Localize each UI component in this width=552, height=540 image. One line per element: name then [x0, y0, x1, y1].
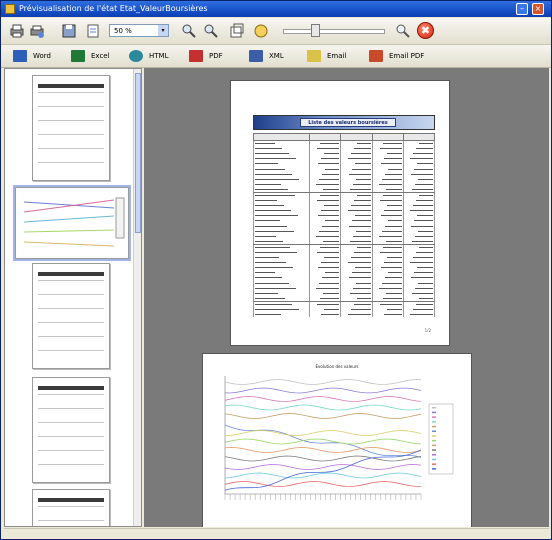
- page-number: 1/2: [424, 328, 431, 333]
- zoom-slider-track[interactable]: [283, 29, 385, 34]
- table-cell: [371, 312, 404, 318]
- search-icon[interactable]: [253, 23, 269, 39]
- xml-icon: [249, 50, 263, 62]
- legend-swatch: [432, 439, 436, 442]
- title-bar[interactable]: Prévisualisation de l'état Etat_ValeurBo…: [1, 1, 551, 17]
- report-page: Liste des valeurs boursières 1/2: [230, 80, 450, 346]
- export-email-button[interactable]: Email: [307, 48, 346, 64]
- stop-icon[interactable]: ✖: [417, 22, 434, 39]
- preview-window: Prévisualisation de l'état Etat_ValeurBo…: [0, 0, 552, 540]
- excel-icon: [71, 50, 85, 62]
- zoom-slider-thumb[interactable]: [311, 24, 320, 37]
- series-line: [224, 430, 422, 436]
- legend-swatch: [432, 444, 436, 447]
- status-bar: [4, 528, 549, 538]
- export-email-pdf-button[interactable]: Email PDF: [369, 48, 424, 64]
- thumbnail-page-chart[interactable]: [13, 185, 131, 261]
- scrollbar-thumb[interactable]: [135, 73, 141, 233]
- zoom-in-icon[interactable]: [203, 23, 219, 39]
- zoom-value: 50 %: [114, 27, 132, 35]
- table-header-cell: [402, 133, 436, 141]
- legend-swatch: [432, 430, 436, 432]
- fit-page-icon[interactable]: [229, 23, 245, 39]
- thumbnail-page-table[interactable]: [32, 75, 110, 181]
- thumbnail-scrollbar[interactable]: [133, 69, 141, 526]
- export-html-button[interactable]: HTML: [129, 48, 168, 64]
- table-cell: [340, 312, 373, 318]
- thumbnail-page-table[interactable]: [32, 377, 110, 483]
- legend-swatch: [432, 458, 436, 461]
- export-excel-button[interactable]: Excel: [71, 48, 110, 64]
- app-icon: [5, 4, 15, 14]
- minimize-button[interactable]: –: [516, 3, 528, 15]
- series-line: [224, 413, 422, 419]
- legend-swatch: [432, 407, 436, 409]
- globe-icon: [129, 50, 143, 62]
- chevron-down-icon[interactable]: ▾: [158, 25, 168, 36]
- table-header-row: [252, 133, 436, 141]
- legend-swatch: [432, 454, 436, 456]
- page-setup-icon[interactable]: [85, 23, 101, 39]
- print-settings-icon[interactable]: [29, 23, 45, 39]
- legend-swatch: [432, 421, 436, 423]
- table-header-cell: [252, 133, 311, 141]
- series-line: [224, 396, 422, 402]
- chart-page: Evolution des valeurs: [202, 353, 472, 527]
- zoom-select[interactable]: 50 % ▾: [109, 24, 169, 37]
- legend-swatch: [432, 449, 436, 451]
- legend-swatch: [432, 411, 436, 414]
- report-banner: Liste des valeurs boursières: [253, 115, 435, 130]
- pdf-icon: [189, 50, 203, 62]
- export-pdf-button[interactable]: PDF: [189, 48, 223, 64]
- series-line: [224, 404, 422, 411]
- table-cell: [309, 312, 342, 318]
- table-header-cell: [340, 133, 373, 141]
- save-icon[interactable]: [61, 23, 77, 39]
- table-cell: [402, 312, 436, 318]
- export-word-button[interactable]: Word: [13, 48, 51, 64]
- table-row: [252, 312, 436, 318]
- series-line: [224, 447, 422, 453]
- window-title: Prévisualisation de l'état Etat_ValeurBo…: [19, 4, 208, 13]
- report-title: Liste des valeurs boursières: [300, 118, 396, 127]
- table-cell: [252, 312, 311, 318]
- email-pdf-icon: [369, 50, 383, 62]
- legend-swatch: [432, 416, 436, 418]
- legend-swatch: [432, 468, 436, 470]
- content-area: Liste des valeurs boursières 1/2 Evoluti…: [1, 68, 551, 527]
- navigation-toolbar: 50 % ▾ ✖: [1, 18, 551, 45]
- series-line: [224, 387, 422, 394]
- export-xml-button[interactable]: XML: [249, 48, 284, 64]
- legend-swatch: [432, 425, 436, 428]
- thumbnail-panel: [4, 68, 142, 527]
- series-line: [224, 481, 422, 487]
- series-line: [224, 424, 422, 458]
- close-button[interactable]: ×: [532, 3, 544, 15]
- preview-area: Liste des valeurs boursières 1/2 Evoluti…: [144, 68, 549, 527]
- thumbnail-page-table[interactable]: [32, 489, 110, 526]
- stock-table: [252, 133, 436, 318]
- series-line: [224, 472, 422, 479]
- print-icon[interactable]: [9, 23, 25, 39]
- line-chart: [224, 376, 454, 500]
- export-toolbar: Word Excel HTML PDF XML Email Email PDF: [1, 45, 551, 68]
- thumbnail-page-table[interactable]: [32, 263, 110, 369]
- table-header-cell: [371, 133, 404, 141]
- legend-swatch: [432, 463, 436, 465]
- zoom-out-icon[interactable]: [181, 23, 197, 39]
- magnifier-icon[interactable]: [395, 23, 411, 39]
- table-header-cell: [309, 133, 342, 141]
- series-line: [224, 379, 422, 385]
- word-icon: [13, 50, 27, 62]
- legend-swatch: [432, 435, 436, 437]
- thumbnail-chart-preview: [23, 197, 125, 247]
- series-line: [224, 464, 422, 470]
- envelope-icon: [307, 50, 321, 62]
